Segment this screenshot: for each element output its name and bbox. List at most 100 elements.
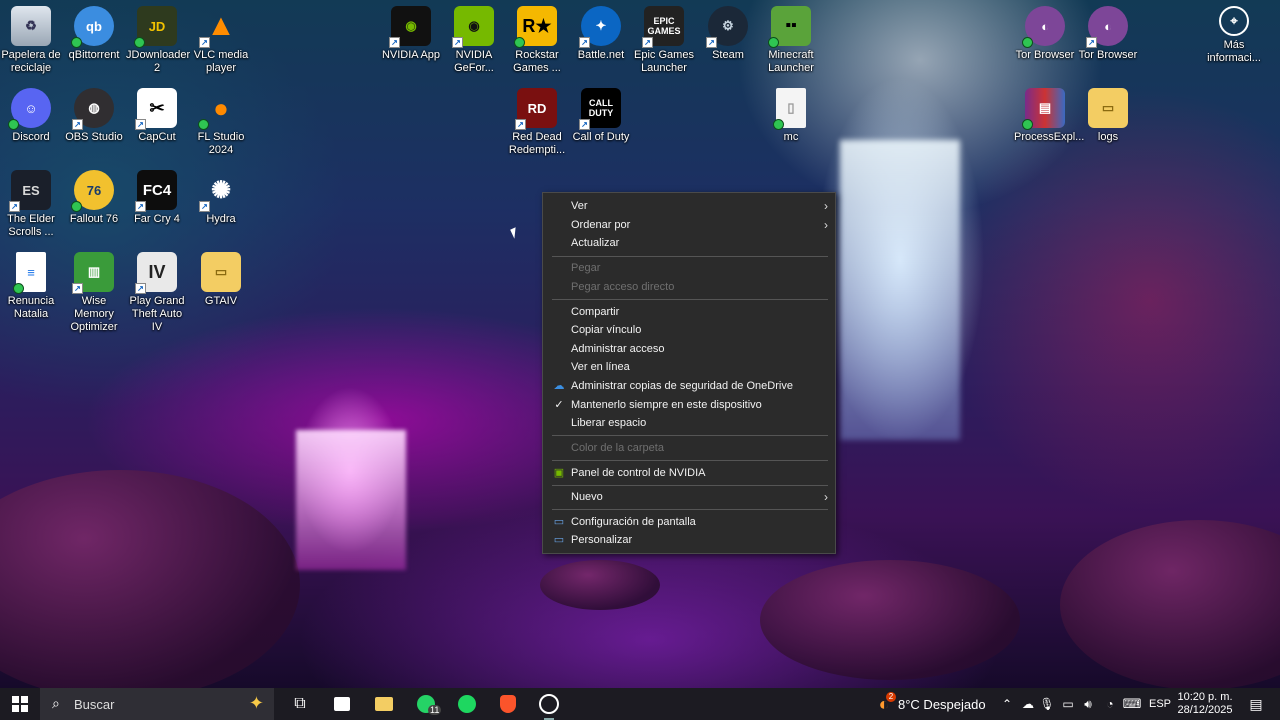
hydra-icon: ✺ ↗	[199, 170, 241, 212]
menu-item-onedrive-backup[interactable]: ☁ Administrar copias de seguridad de OneD…	[543, 377, 835, 395]
menu-item-compartir[interactable]: Compartir	[543, 303, 835, 321]
desktop-icon-steam[interactable]: ⚙ ↗ Steam	[697, 4, 759, 62]
desktop-icon-cod[interactable]: CALL DUTY ↗ Call of Duty	[570, 86, 632, 144]
file-explorer-icon[interactable]	[368, 688, 400, 720]
desktop[interactable]: ♻ Papelera de reciclaje qb qBittorrent J…	[0, 0, 1280, 688]
menu-item-personalizar[interactable]: ▭ Personalizar	[543, 531, 835, 549]
whatsapp-icon[interactable]: 11	[410, 688, 442, 720]
desktop-icon-gtaiv-folder[interactable]: ▭ GTAIV	[190, 250, 252, 308]
menu-item-nvidia-panel[interactable]: ▣ Panel de control de NVIDIA	[543, 464, 835, 482]
desktop-icon-recycle-bin[interactable]: ♻ Papelera de reciclaje	[0, 4, 62, 75]
desktop-icon-hydra[interactable]: ✺ ↗ Hydra	[190, 168, 252, 226]
menu-item-nuevo[interactable]: Nuevo ›	[543, 488, 835, 506]
chevron-right-icon: ›	[824, 199, 828, 213]
microphone-icon[interactable]: 🎙︎	[1038, 688, 1056, 720]
desktop-icon-minecraft[interactable]: ▪▪ Minecraft Launcher	[760, 4, 822, 75]
desktop-icon-rockstar[interactable]: R★ Rockstar Games ...	[506, 4, 568, 75]
desktop-icon-wise-memory[interactable]: ▥ ↗ Wise Memory Optimizer	[63, 250, 125, 334]
notification-icon[interactable]: ▤	[1244, 688, 1268, 720]
desktop-icon-fallout[interactable]: 76 Fallout 76	[63, 168, 125, 226]
nvidia-icon: ◉ ↗	[389, 6, 431, 48]
menu-separator	[552, 509, 828, 510]
menu-item-copiar-vinculo[interactable]: Copiar vínculo	[543, 321, 835, 339]
rock-right	[1060, 520, 1280, 688]
menu-separator	[552, 485, 828, 486]
weather-text[interactable]: 8°C Despejado	[898, 688, 988, 720]
weather-icon[interactable]: ◐ 2	[872, 688, 896, 720]
info-icon: ⌖	[1219, 6, 1249, 36]
qbittorrent-icon: qb	[71, 6, 114, 48]
whatsapp-badge: 11	[428, 705, 442, 715]
rdr-icon: RD ↗	[515, 88, 557, 130]
onedrive-cloud-icon: ☁	[553, 380, 565, 392]
desktop-icon-mas-informacion[interactable]: ⌖ Más informaci...	[1203, 4, 1265, 65]
personalize-icon: ▭	[553, 534, 565, 546]
fallout-icon: 76	[71, 170, 114, 212]
chevron-right-icon: ›	[824, 218, 828, 232]
desktop-icon-rdr[interactable]: RD ↗ Red Dead Redempti...	[506, 86, 568, 157]
desktop-icon-discord[interactable]: ☺ Discord	[0, 86, 62, 144]
desktop-icon-obs[interactable]: ◍ ↗ OBS Studio	[63, 86, 125, 144]
checkmark-icon: ✓	[554, 399, 564, 411]
menu-separator	[552, 435, 828, 436]
menu-item-actualizar[interactable]: Actualizar	[543, 234, 835, 252]
menu-separator	[552, 299, 828, 300]
network-icon[interactable]: ◔	[1100, 688, 1120, 720]
desktop-icon-capcut[interactable]: ✂ ↗ CapCut	[126, 86, 188, 144]
vlc-icon: ▲ ↗	[199, 6, 241, 48]
desktop-icon-battlenet[interactable]: ✦ ↗ Battle.net	[570, 4, 632, 62]
cod-icon: CALL DUTY ↗	[579, 88, 621, 130]
obs-icon: ◍ ↗	[72, 88, 114, 130]
tor-browser-icon: ◐	[1022, 6, 1065, 48]
desktop-icon-fl-studio[interactable]: ● FL Studio 2024	[190, 86, 252, 157]
language-indicator[interactable]: ESP	[1148, 688, 1172, 720]
task-view-icon[interactable]: ⧉	[284, 688, 316, 720]
minecraft-icon: ▪▪	[768, 6, 811, 48]
elder-scrolls-icon: ES ↗	[9, 170, 51, 212]
menu-item-pegar-acceso-directo: Pegar acceso directo	[571, 281, 675, 293]
microsoft-store-icon[interactable]	[326, 688, 358, 720]
keyboard-icon[interactable]: ⌨	[1120, 688, 1144, 720]
menu-item-pegar: Pegar	[571, 262, 601, 274]
desktop-icon-nvidia-geforce[interactable]: ◉ ↗ NVIDIA GeFor...	[443, 4, 505, 75]
menu-separator	[552, 256, 828, 257]
desktop-icon-gta-iv[interactable]: IV ↗ Play Grand Theft Auto IV	[126, 250, 188, 334]
desktop-icon-farcry[interactable]: FC4 ↗ Far Cry 4	[126, 168, 188, 226]
brave-icon[interactable]	[492, 688, 524, 720]
desktop-icon-epic[interactable]: EPIC GAMES ↗ Epic Games Launcher	[633, 4, 695, 75]
clock[interactable]: 10:20 p. m. 28/12/2025	[1176, 688, 1234, 720]
desktop-icon-elder-scrolls[interactable]: ES ↗ The Elder Scrolls ...	[0, 168, 62, 239]
desktop-icon-tor-1[interactable]: ◐ Tor Browser	[1014, 4, 1076, 62]
desktop-icon-logs[interactable]: ▭ logs	[1077, 86, 1139, 144]
menu-item-ver-en-linea[interactable]: Ver en línea	[543, 358, 835, 376]
menu-item-liberar-espacio[interactable]: Liberar espacio	[543, 414, 835, 432]
desktop-icon-mc[interactable]: ▯ mc	[760, 86, 822, 144]
desktop-icon-jdownloader[interactable]: JD JDownloader 2	[126, 4, 190, 75]
volume-icon[interactable]: 🔊︎	[1078, 688, 1098, 720]
desktop-icon-processexplorer[interactable]: ▤ ProcessExpl...	[1014, 86, 1084, 144]
app-icon[interactable]	[533, 688, 565, 720]
epic-games-icon: EPIC GAMES ↗	[642, 6, 684, 48]
desktop-icon-renuncia[interactable]: ≡ Renuncia Natalia	[0, 250, 62, 321]
search-icon: ⌕	[52, 695, 60, 711]
desktop-icon-qbittorrent[interactable]: qb qBittorrent	[63, 4, 125, 62]
rock-center	[760, 560, 1020, 680]
spotify-icon[interactable]	[451, 688, 483, 720]
display-icon: ▭	[553, 516, 565, 528]
chevron-up-icon[interactable]: ⌃	[998, 688, 1016, 720]
menu-item-administrar-acceso[interactable]: Administrar acceso	[543, 340, 835, 358]
search-placeholder: Buscar	[74, 697, 115, 712]
menu-item-mantener[interactable]: ✓ Mantenerlo siempre en este dispositivo	[543, 396, 835, 414]
battery-icon[interactable]: ▭	[1058, 688, 1078, 720]
menu-item-ver[interactable]: Ver ›	[543, 197, 835, 215]
desktop-icon-vlc[interactable]: ▲ ↗ VLC media player	[190, 4, 252, 75]
desktop-icon-tor-2[interactable]: ◐ ↗ Tor Browser	[1077, 4, 1139, 62]
menu-separator	[552, 460, 828, 461]
start-button[interactable]	[4, 688, 36, 720]
onedrive-icon[interactable]: ☁	[1018, 688, 1038, 720]
menu-item-ordenar-por[interactable]: Ordenar por ›	[543, 216, 835, 234]
folder-icon: ▭	[201, 252, 241, 292]
desktop-icon-nvidia-app[interactable]: ◉ ↗ NVIDIA App	[380, 4, 442, 62]
search-box[interactable]: ⌕ Buscar ✦	[40, 688, 274, 720]
menu-item-configuracion-pantalla[interactable]: ▭ Configuración de pantalla	[543, 513, 835, 531]
